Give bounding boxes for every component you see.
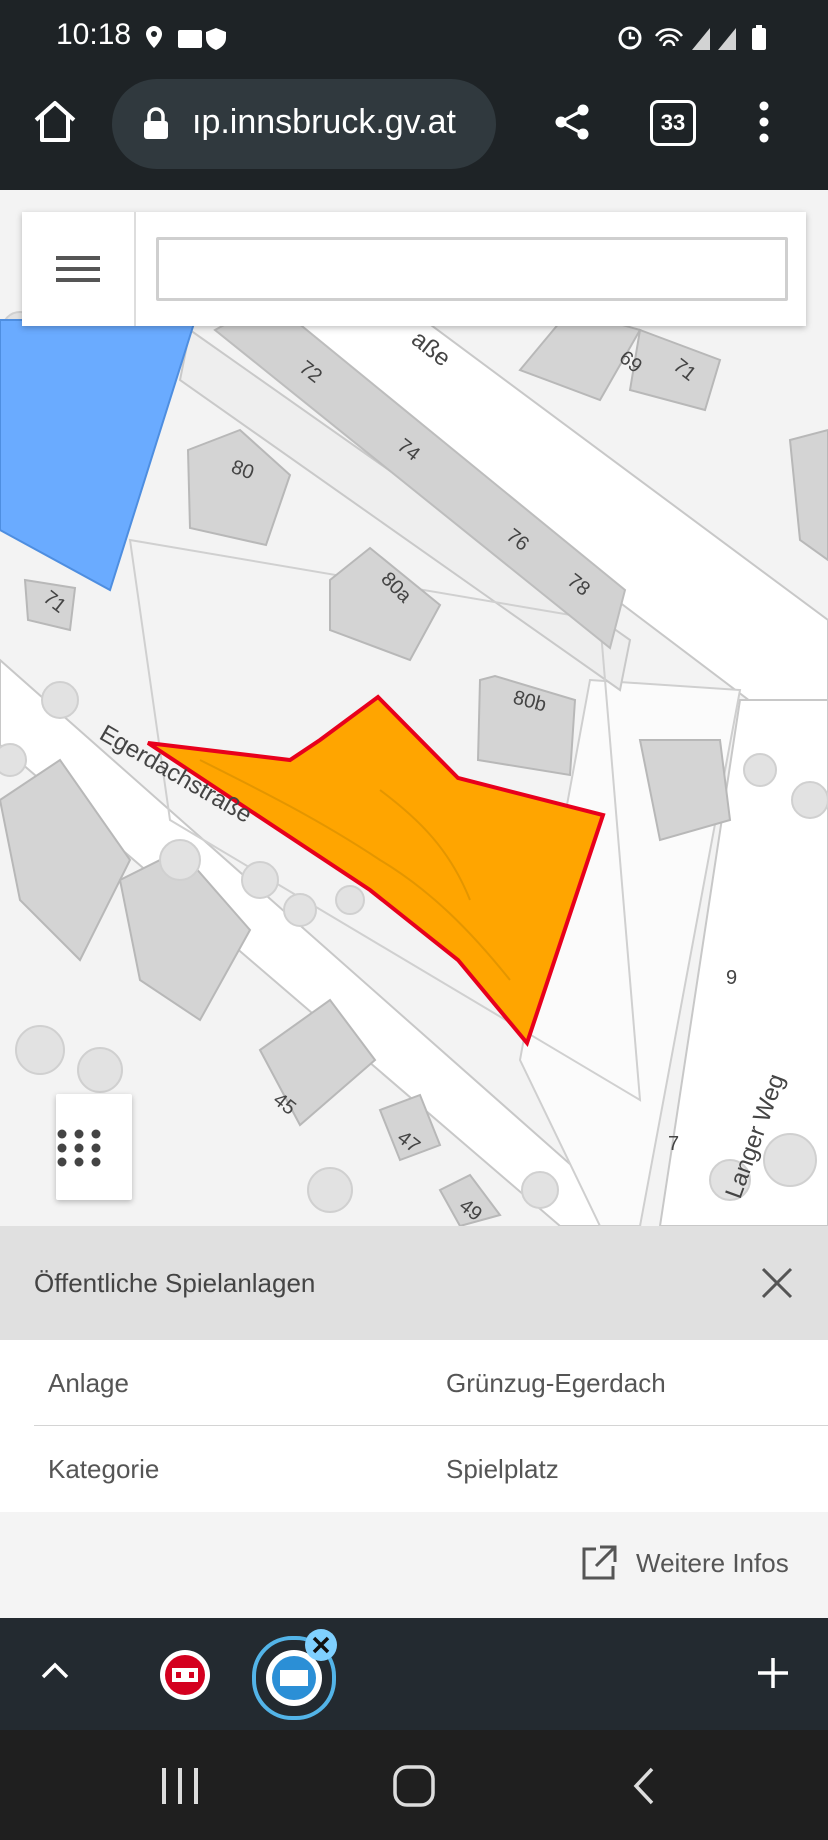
system-nav-bar	[0, 1730, 828, 1840]
recent-apps-icon[interactable]	[160, 1766, 202, 1806]
search-input[interactable]	[156, 237, 788, 301]
signal-icon-2	[718, 28, 736, 50]
share-icon[interactable]	[552, 102, 592, 142]
shield-icon	[206, 28, 226, 50]
info-row-anlage: Anlage Grünzug-Egerdach	[0, 1340, 828, 1427]
address-bar[interactable]: ıp.innsbruck.gv.at	[112, 79, 496, 169]
new-tab-icon[interactable]	[756, 1656, 790, 1690]
external-link-icon	[582, 1545, 617, 1580]
info-row-kategorie: Kategorie Spielplatz	[0, 1426, 828, 1512]
map-canvas: 72 74 76 78 80 80a 80b 69 71 71 45 47 49…	[0, 190, 828, 1226]
more-info-label: Weitere Infos	[636, 1548, 789, 1578]
map-view[interactable]: 72 74 76 78 80 80a 80b 69 71 71 45 47 49…	[0, 190, 828, 1226]
info-panel-title: Öffentliche Spielanlagen	[34, 1268, 316, 1298]
info-row-value: Spielplatz	[446, 1454, 559, 1484]
site-logo-icon	[165, 1655, 205, 1695]
close-icon[interactable]	[760, 1266, 794, 1300]
info-row-value: Grünzug-Egerdach	[446, 1368, 666, 1398]
house-number-9: 9	[726, 967, 737, 989]
more-info-bar: Weitere Infos	[0, 1512, 828, 1618]
info-panel-header: Öffentliche Spielanlagen	[0, 1226, 828, 1340]
chevron-up-icon[interactable]	[40, 1660, 70, 1680]
layers-grid-button[interactable]	[56, 1094, 132, 1200]
browser-toolbar: ıp.innsbruck.gv.at 33	[0, 76, 828, 190]
info-row-key: Anlage	[48, 1368, 129, 1398]
signal-icon	[692, 28, 710, 50]
message-icon	[178, 30, 202, 48]
status-left-icons	[146, 26, 226, 50]
wifi-icon	[654, 28, 684, 47]
grid-icon	[57, 1129, 101, 1167]
status-bar: 10:18	[0, 0, 828, 76]
tab-thumbnail-1[interactable]	[160, 1650, 210, 1700]
tab-switcher-button[interactable]: 33	[650, 100, 696, 146]
battery-icon	[752, 28, 766, 50]
info-row-key: Kategorie	[48, 1454, 160, 1484]
house-number-7: 7	[668, 1133, 679, 1155]
home-nav-icon[interactable]	[392, 1764, 436, 1808]
more-info-link[interactable]: Weitere Infos	[580, 1536, 806, 1594]
url-text: ıp.innsbruck.gv.at	[192, 103, 456, 141]
lock-icon	[144, 107, 168, 139]
browser-tab-bar	[0, 1618, 828, 1730]
menu-button[interactable]	[22, 212, 136, 326]
status-right-icons	[618, 25, 766, 50]
hamburger-icon	[56, 256, 100, 282]
map-search-bar	[22, 212, 806, 326]
status-time: 10:18	[56, 18, 132, 51]
close-tab-icon[interactable]	[304, 1628, 338, 1662]
more-options-icon[interactable]	[748, 100, 780, 144]
back-icon[interactable]	[630, 1766, 658, 1806]
home-icon[interactable]	[32, 98, 78, 144]
